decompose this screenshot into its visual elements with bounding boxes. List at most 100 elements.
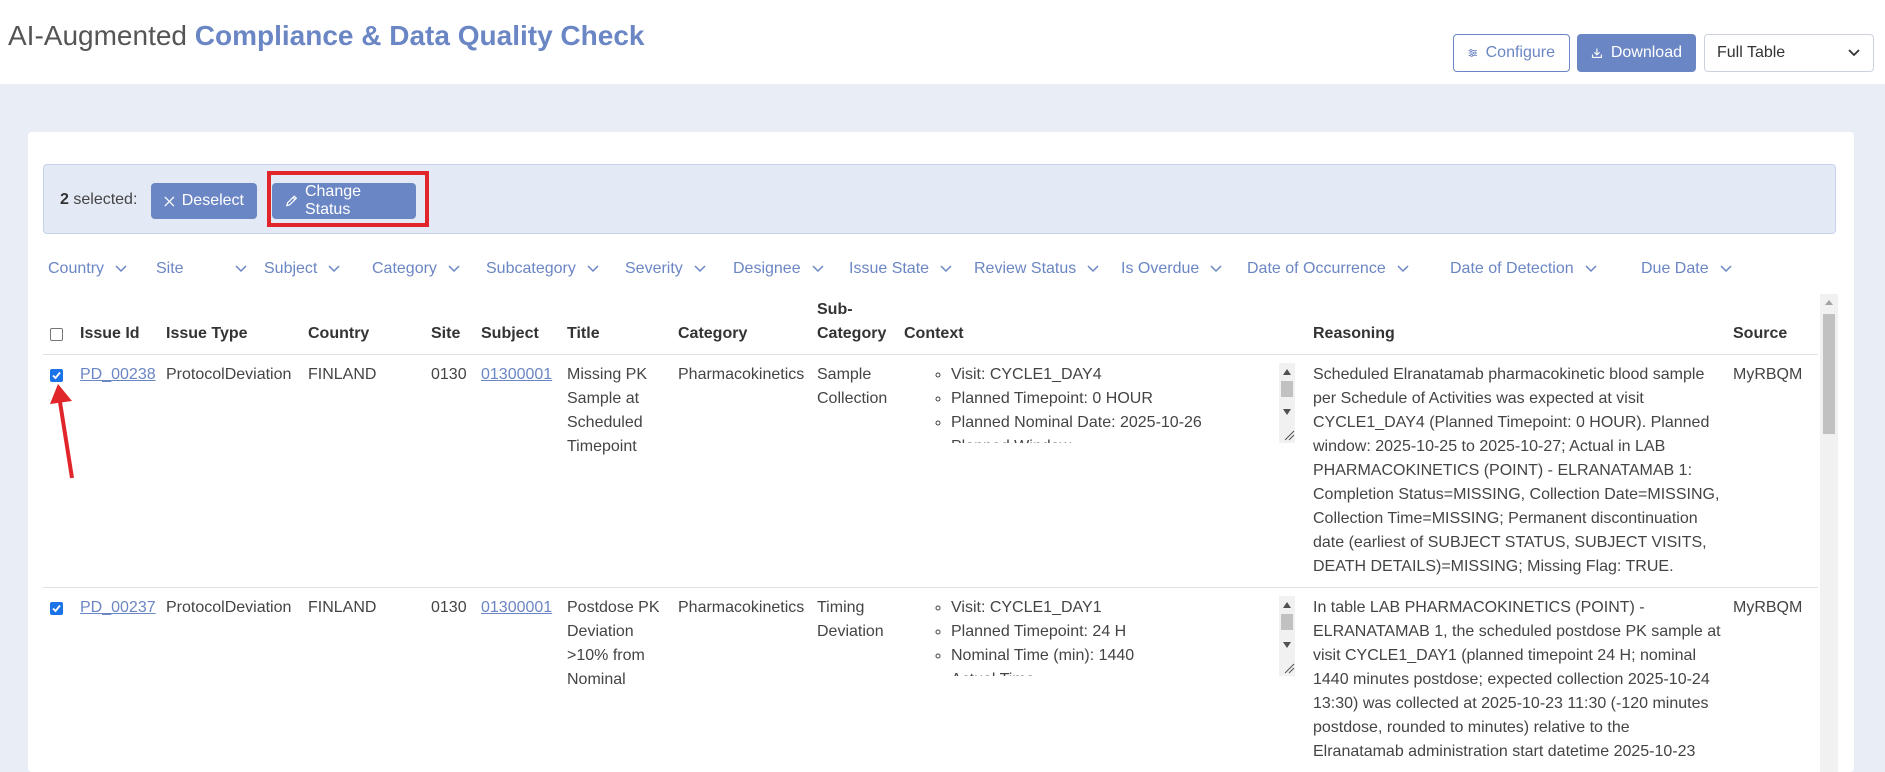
selection-count-number: 2 [60,191,69,208]
country-cell: FINLAND [308,599,377,616]
checkmark-icon [52,604,61,613]
main-card: 2 selected: Deselect Change Status Count… [28,132,1854,772]
col-issue-type[interactable]: Issue Type [166,322,248,346]
issue-id-link[interactable]: PD_00238 [80,363,156,387]
filter-label: Category [372,260,437,277]
filter-issue-state[interactable]: Issue State [849,260,953,278]
selection-count: 2 selected: [60,191,137,209]
filter-subject[interactable]: Subject [264,260,341,278]
col-issue-id[interactable]: Issue Id [80,322,140,346]
view-select[interactable]: Full Table [1704,34,1874,72]
filter-is-overdue[interactable]: Is Overdue [1121,260,1223,278]
filter-site[interactable]: Site [156,260,248,278]
checkmark-icon [52,371,61,380]
chevron-down-icon [1087,265,1099,273]
view-select-value: Full Table [1717,44,1786,61]
col-subject[interactable]: Subject [481,322,539,346]
context-item: Visit: CYCLE1_DAY4 [951,363,1309,387]
title-cell: Postdose PK Deviation >10% from Nominal [567,599,660,688]
context-item: Planned Timepoint: 24 H [951,620,1309,644]
site-cell: 0130 [431,599,467,616]
annotation-arrow-icon [50,384,74,479]
filter-label: Subject [264,260,318,277]
deselect-button[interactable]: Deselect [151,183,257,219]
table-row[interactable]: PD_00237 ProtocolDeviation FINLAND 0130 … [43,588,1818,772]
subcategory-cell: Timing Deviation [817,599,884,640]
chevron-down-icon [940,265,952,273]
col-category[interactable]: Category [678,322,747,346]
chevron-down-icon [587,265,599,273]
context-scrollbar[interactable] [1277,363,1297,443]
scrollbar-thumb[interactable] [1823,314,1835,434]
close-icon [164,196,175,206]
chevron-down-icon [115,265,127,273]
filter-category[interactable]: Category [372,260,461,278]
col-title[interactable]: Title [567,322,600,346]
select-all-checkbox[interactable] [50,328,63,341]
subject-link[interactable]: 01300001 [481,596,552,620]
scroll-arrows-icon [1279,363,1295,443]
source-cell: MyRBQM [1733,599,1803,616]
title-cell: Missing PK Sample at Scheduled Timepoint [567,366,648,455]
filter-label: Date of Detection [1450,260,1574,277]
context-item: Planned Nominal Date: 2025-10-26 [951,411,1309,435]
filter-label: Date of Occurrence [1247,260,1386,277]
filter-review-status[interactable]: Review Status [974,260,1100,278]
filter-severity[interactable]: Severity [625,260,707,278]
context-item: Actual Time [951,668,1309,676]
download-button[interactable]: Download [1577,34,1696,72]
col-source[interactable]: Source [1733,322,1787,346]
chevron-down-icon [1210,265,1222,273]
context-item: Planned Window [951,435,1309,443]
table-row[interactable]: PD_00238 ProtocolDeviation FINLAND 0130 … [43,355,1818,588]
configure-button[interactable]: Configure [1453,34,1570,72]
country-cell: FINLAND [308,366,377,383]
col-site[interactable]: Site [431,322,460,346]
filter-label: Site [156,260,184,277]
col-country[interactable]: Country [308,322,369,346]
chevron-down-icon [448,265,460,273]
reasoning-cell: Scheduled Elranatamab pharmacokinetic bl… [1313,366,1720,575]
context-item: Nominal Time (min): 1440 [951,644,1309,668]
chevron-down-icon [1397,265,1409,273]
context-scrollbar[interactable] [1277,596,1297,676]
col-context[interactable]: Context [904,322,964,346]
subject-link[interactable]: 01300001 [481,363,552,387]
filter-due-date[interactable]: Due Date [1641,260,1733,278]
col-subcategory[interactable]: Sub- Category [817,298,886,346]
filter-label: Country [48,260,105,277]
chevron-down-icon [694,265,706,273]
download-label: Download [1610,44,1682,61]
filter-subcategory[interactable]: Subcategory [486,260,600,278]
highlight-box [267,171,429,227]
filter-country[interactable]: Country [48,260,128,278]
filter-label: Subcategory [486,260,576,277]
filter-label: Issue State [849,260,930,277]
row-checkbox[interactable] [50,602,63,615]
configure-label: Configure [1485,44,1555,61]
issues-table: Issue Id Issue Type Country Site Subject… [43,292,1836,772]
filter-designee[interactable]: Designee [733,260,825,278]
filter-label: Is Overdue [1121,260,1200,277]
chevron-down-icon [812,265,824,273]
context-item: Visit: CYCLE1_DAY1 [951,596,1309,620]
col-reasoning[interactable]: Reasoning [1313,322,1395,346]
filter-date-of-detection[interactable]: Date of Detection [1450,260,1598,278]
context-cell: Visit: CYCLE1_DAY4 Planned Timepoint: 0 … [929,363,1309,443]
table-scrollbar[interactable] [1820,294,1838,772]
chevron-down-icon [328,265,340,273]
source-cell: MyRBQM [1733,366,1803,383]
issue-id-link[interactable]: PD_00237 [80,596,156,620]
app-title-prefix: AI-Augmented [8,20,187,51]
row-checkbox[interactable] [50,369,63,382]
scroll-arrows-icon [1279,596,1295,676]
filter-date-of-occurrence[interactable]: Date of Occurrence [1247,260,1410,278]
top-bar: AI-Augmented Compliance & Data Quality C… [0,0,1885,84]
app-title-main: Compliance & Data Quality Check [194,20,645,51]
subcategory-cell: Sample Collection [817,366,888,407]
filter-label: Review Status [974,260,1077,277]
category-cell: Pharmacokinetics [678,366,805,383]
chevron-down-icon [1585,265,1597,273]
chevron-down-icon [235,265,247,273]
filter-bar: Country Site Subject Category Subcategor… [48,260,1828,288]
